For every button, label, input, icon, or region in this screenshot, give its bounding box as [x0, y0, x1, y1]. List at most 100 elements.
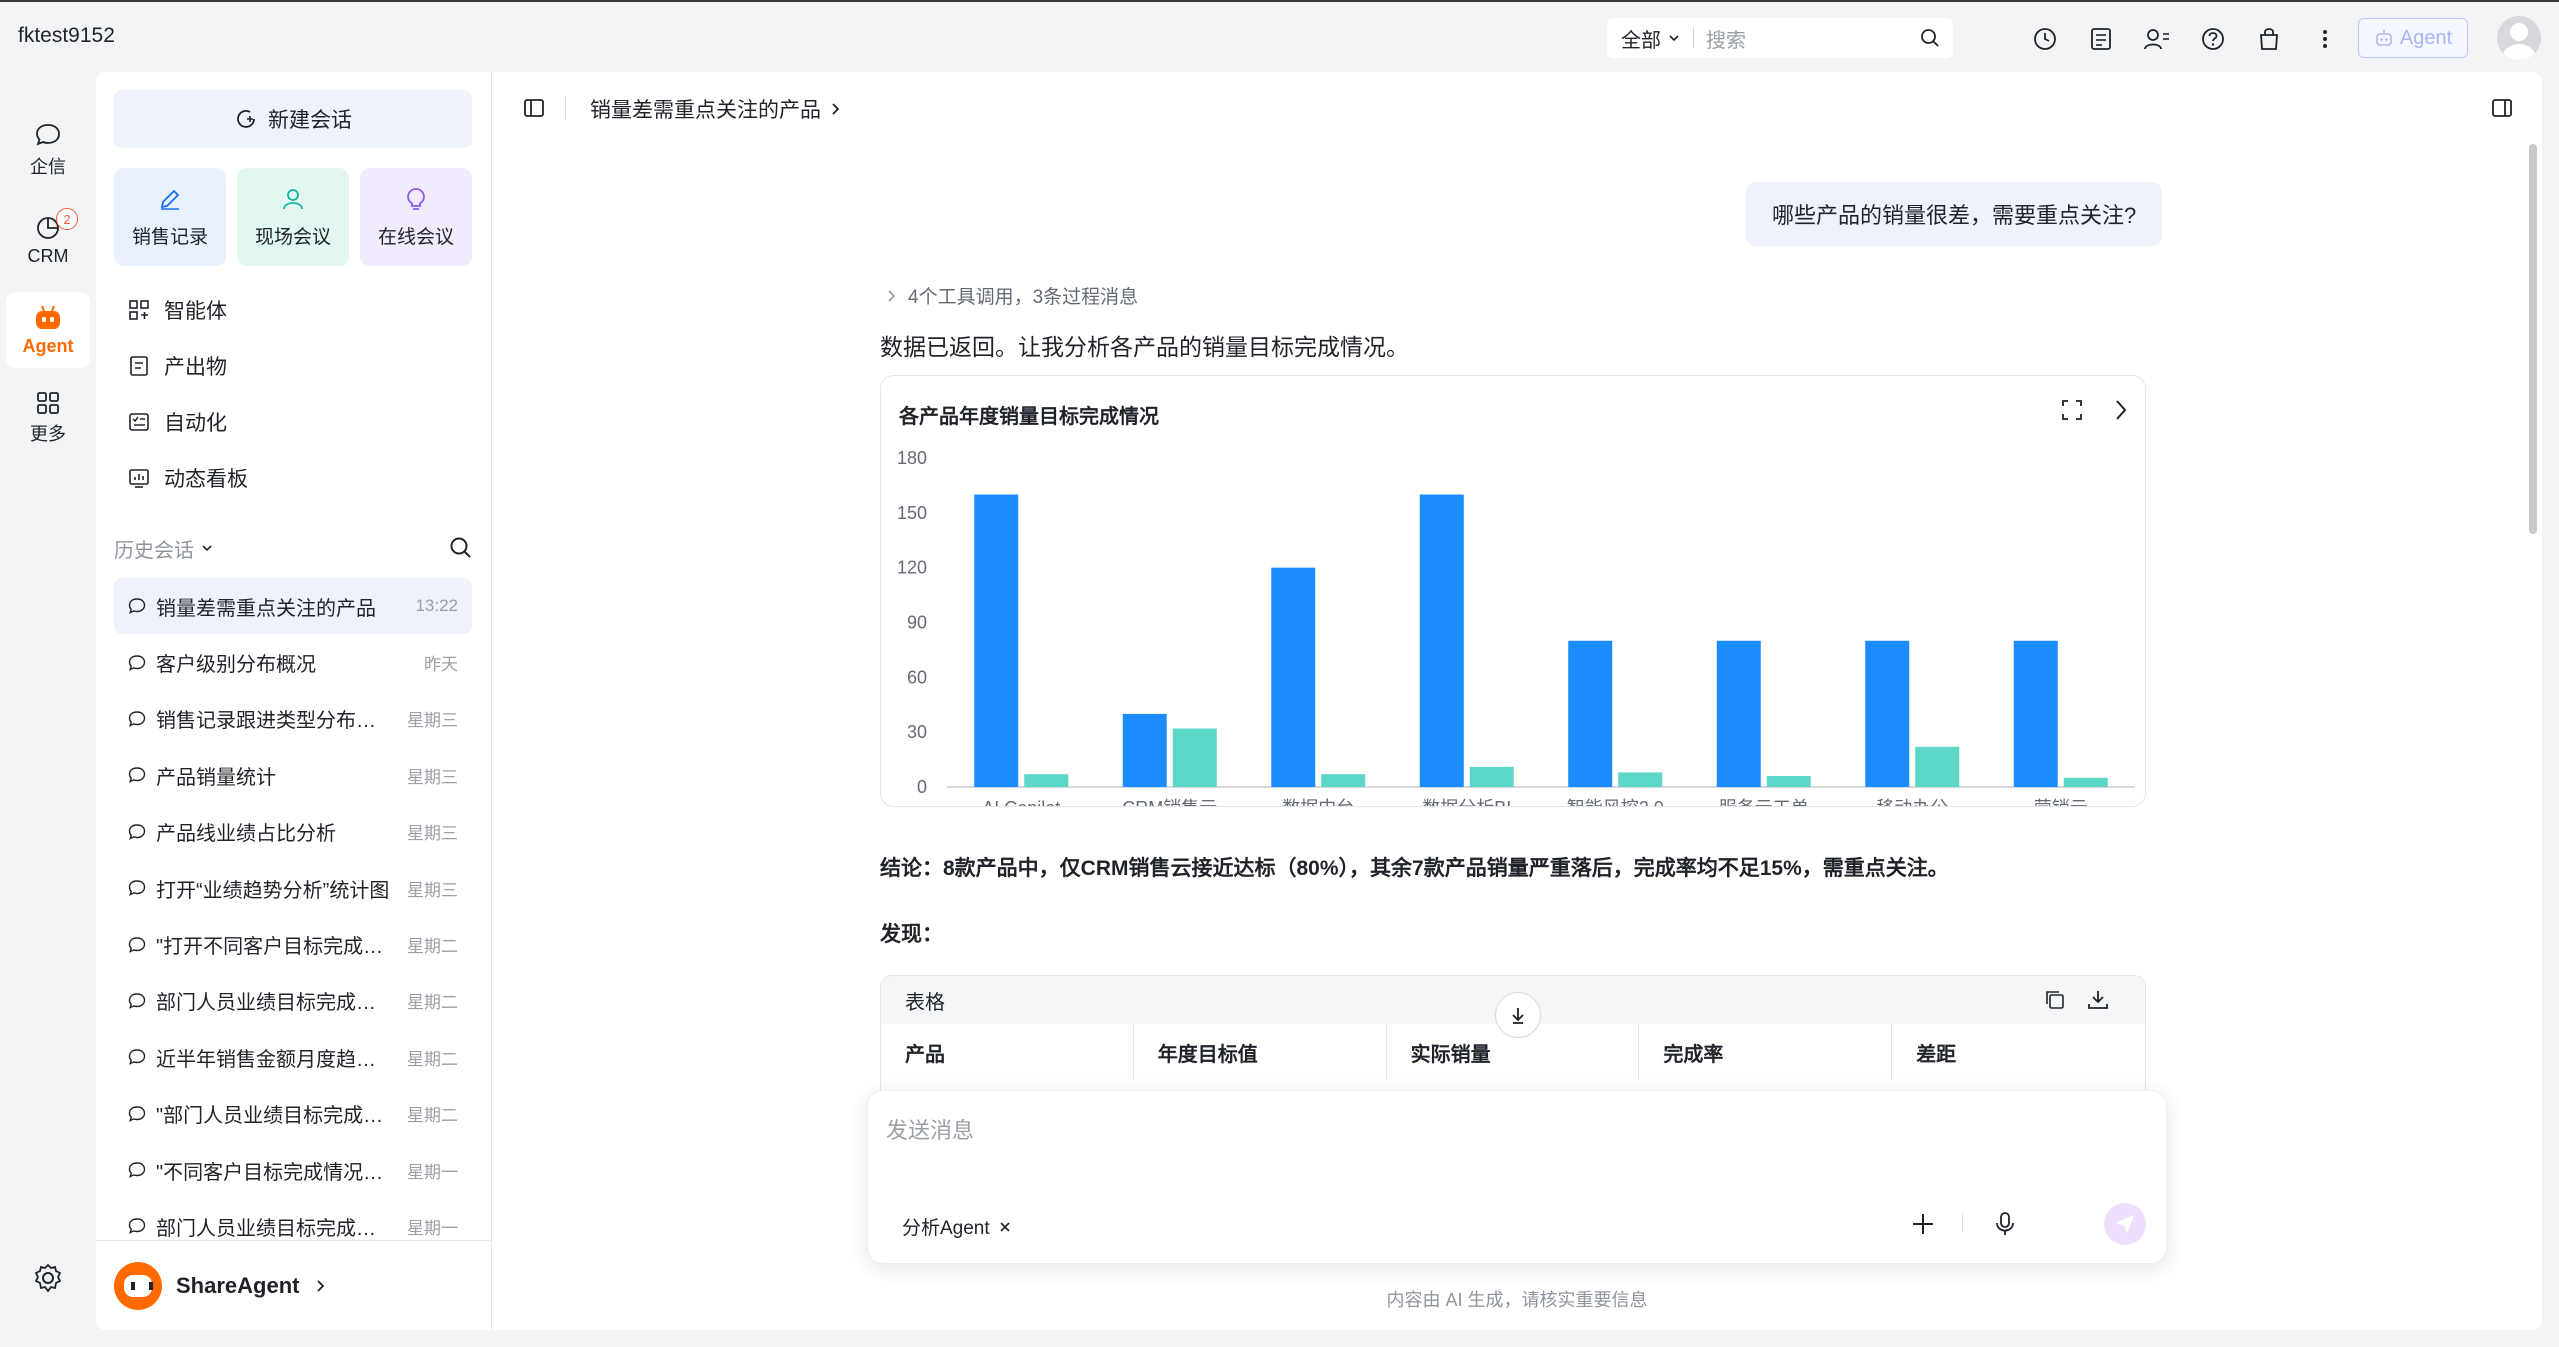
send-button[interactable] [2104, 1203, 2146, 1245]
quick-action-label: 现场会议 [254, 226, 331, 248]
quick-action-online-meeting[interactable]: 在线会议 [360, 168, 472, 266]
settings-icon[interactable] [32, 1262, 64, 1294]
history-item-title: 部门人员业绩目标完成… [156, 992, 376, 1015]
search-icon[interactable] [1919, 27, 1941, 49]
shopping-bag-icon[interactable] [2254, 24, 2284, 54]
search-scope-label: 全部 [1621, 29, 1661, 52]
new-chat-button[interactable]: 新建会话 [114, 90, 472, 148]
history-item-date: 昨天 [424, 655, 458, 675]
quick-action-onsite-meeting[interactable]: 现场会议 [237, 168, 349, 266]
sidebar-toggle-icon[interactable] [522, 96, 546, 120]
search-input[interactable]: 搜索 [1706, 24, 1919, 53]
fullscreen-icon[interactable] [2058, 396, 2086, 424]
history-item[interactable]: 部门人员业绩目标完成… 星期二 [114, 973, 472, 1029]
chat-bubble-icon [128, 824, 146, 840]
history-toggle[interactable]: 历史会话 [114, 534, 214, 563]
agent-robot-icon [36, 305, 60, 329]
y-tick-label: 30 [907, 722, 927, 742]
new-chat-label: 新建会话 [268, 109, 352, 132]
history-item[interactable]: 近半年销售金额月度趋… 星期二 [114, 1029, 472, 1085]
history-item[interactable]: 销量差需重点关注的产品 13:22 [114, 578, 472, 635]
grid-icon [37, 392, 59, 414]
tool-calls-toggle[interactable]: 4个工具调用，3条过程消息 [886, 282, 1138, 309]
history-item[interactable]: 销售记录跟进类型分布… 星期三 [114, 691, 472, 747]
panel-toggle-icon[interactable] [2490, 96, 2514, 120]
history-item[interactable]: 产品线业绩占比分析 星期三 [114, 804, 472, 860]
help-icon[interactable] [2198, 24, 2228, 54]
scroll-to-bottom-button[interactable] [1495, 992, 1541, 1038]
rail-item-qixin[interactable]: 企信 [6, 112, 90, 188]
history-item[interactable]: "打开不同客户目标完成… 星期二 [114, 916, 472, 972]
table-header-cell: 产品 [881, 1024, 1134, 1080]
conversation-sidebar: 新建会话 销售记录 现场会议 在线会议 智能体 产出物 自动化 动态看板 历史会… [96, 72, 492, 1330]
close-icon[interactable] [998, 1220, 1012, 1234]
history-item[interactable]: "部门人员业绩目标完成… 星期二 [114, 1086, 472, 1142]
rail-item-crm[interactable]: CRM 2 [6, 202, 90, 278]
table-header-cell: 年度目标值 [1134, 1024, 1387, 1080]
x-tick-label: 移动办公 [1876, 798, 1948, 806]
y-tick-label: 90 [907, 613, 927, 633]
search-scope-dropdown[interactable]: 全部 [1607, 24, 1681, 53]
voice-input-button[interactable] [1988, 1207, 2022, 1241]
chevron-right-icon[interactable] [2107, 396, 2135, 424]
bar [1469, 766, 1514, 787]
contacts-icon[interactable] [2142, 24, 2172, 54]
history-item[interactable]: "不同客户目标完成情况… 星期一 [114, 1142, 472, 1198]
chevron-right-icon [317, 1279, 325, 1292]
y-tick-label: 60 [907, 667, 927, 687]
table-label: 表格 [905, 991, 945, 1014]
attach-button[interactable] [1906, 1207, 1940, 1241]
agent-button[interactable]: Agent [2358, 18, 2468, 58]
chat-bubble-icon [128, 1162, 146, 1179]
scrollbar-thumb[interactable] [2529, 144, 2537, 534]
chevron-down-icon [202, 545, 212, 552]
x-tick-label: CRM销售云 [1122, 798, 1217, 806]
bar [1865, 640, 1910, 787]
history-item-date: 星期三 [407, 767, 458, 787]
bulb-icon [407, 187, 425, 210]
brand-footer[interactable]: ShareAgent [96, 1240, 491, 1330]
x-tick-label: 数据中台 [1282, 798, 1354, 806]
chat-main: 销量差需重点关注的产品 哪些产品的销量很差，需要重点关注? 4个工具调用，3条过… [492, 72, 2542, 1330]
bar [1716, 640, 1761, 787]
menu-label: 智能体 [164, 300, 227, 323]
tenant-name: fktest9152 [18, 24, 115, 47]
history-item-date: 星期三 [407, 824, 458, 844]
bar [1618, 772, 1663, 787]
x-tick-label: 智能风控2.0 [1567, 798, 1664, 806]
bar [2063, 777, 2108, 787]
notes-icon[interactable] [2086, 24, 2116, 54]
global-search[interactable]: 全部 搜索 [1607, 18, 1953, 58]
history-item-title: "部门人员业绩目标完成… [156, 1105, 384, 1128]
menu-item-automation[interactable]: 自动化 [128, 402, 227, 442]
table-header-cell: 完成率 [1639, 1024, 1893, 1080]
search-icon[interactable] [448, 535, 474, 561]
download-icon[interactable] [2084, 986, 2112, 1014]
x-tick-label: 数据分析BI [1422, 798, 1511, 806]
user-avatar[interactable] [2497, 16, 2541, 60]
history-item[interactable]: 打开“业绩趋势分析”统计图 星期三 [114, 860, 472, 916]
rail-item-more[interactable]: 更多 [6, 380, 90, 456]
x-tick-label: AI Copilot [982, 798, 1060, 806]
rail-item-agent[interactable]: Agent [6, 292, 90, 368]
menu-item-agents[interactable]: 智能体 [128, 290, 227, 330]
quick-action-sales-record[interactable]: 销售记录 [114, 168, 226, 266]
breadcrumb[interactable]: 销量差需重点关注的产品 [590, 94, 843, 124]
history-item-date: 星期三 [407, 711, 458, 731]
bar-chart: 0 30 60 90 120 150 180 AI Copilot CRM销售云 数据中台 数据分析… [897, 448, 2135, 806]
history-item-title: 销量差需重点关注的产品 [156, 597, 376, 620]
history-item-title: 打开“业绩趋势分析”统计图 [156, 879, 390, 902]
menu-item-outputs[interactable]: 产出物 [128, 346, 227, 386]
history-item-date: 星期二 [407, 1049, 458, 1069]
copy-icon[interactable] [2041, 986, 2069, 1014]
message-input[interactable]: 发送消息 [886, 1113, 974, 1145]
history-item[interactable]: 产品销量统计 星期三 [114, 747, 472, 803]
chevron-right-icon [832, 103, 840, 115]
agent-chip[interactable]: 分析Agent [902, 1213, 1012, 1240]
history-item-title: 近半年销售金额月度趋… [156, 1048, 376, 1071]
menu-item-dashboard[interactable]: 动态看板 [128, 458, 248, 498]
more-vertical-icon[interactable] [2310, 24, 2340, 54]
history-item[interactable]: 客户级别分布概况 昨天 [114, 634, 472, 690]
clock-icon[interactable] [2030, 24, 2060, 54]
message-composer: 发送消息 分析Agent [867, 1090, 2167, 1264]
